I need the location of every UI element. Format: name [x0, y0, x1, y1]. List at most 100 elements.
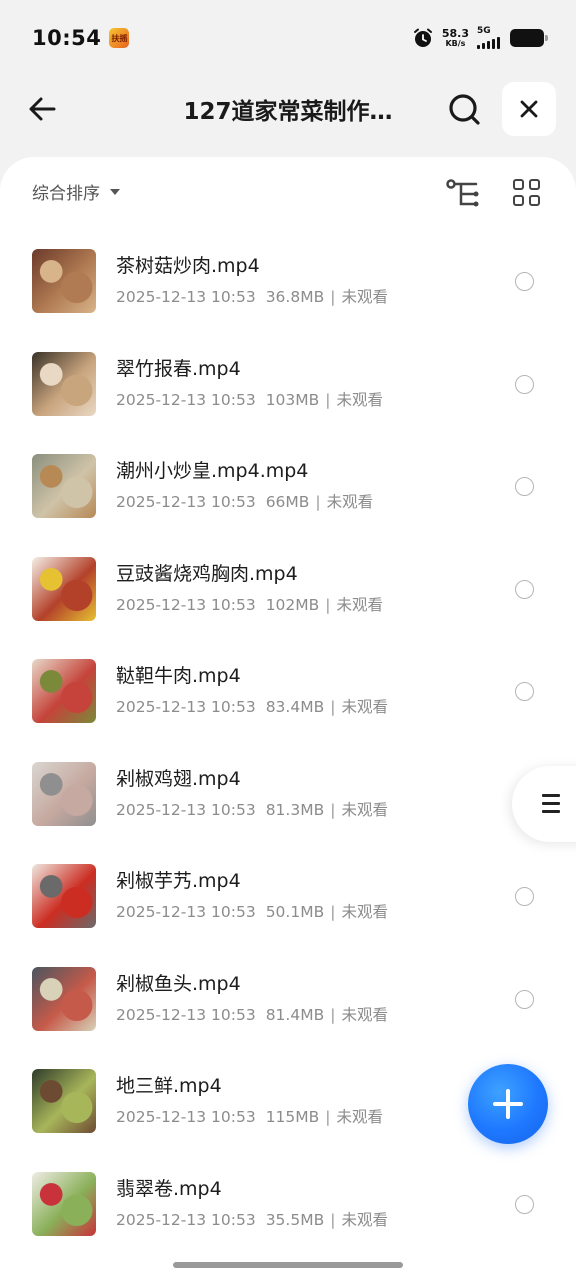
- file-size: 115MB: [265, 1108, 320, 1126]
- file-row[interactable]: 翡翠卷.mp4 2025-12-13 10:53 35.5MB | 未观看: [0, 1152, 576, 1254]
- meta-separator: |: [330, 1210, 336, 1229]
- video-thumbnail: [32, 864, 96, 928]
- meta-separator: |: [330, 698, 336, 716]
- network-speed: 58.3 KB/s: [442, 28, 469, 48]
- page-title: 127道家常菜制作…: [183, 99, 393, 125]
- meta-separator: |: [325, 390, 331, 409]
- meta-separator: |: [315, 493, 321, 511]
- meta-separator: |: [330, 288, 336, 306]
- network-type: 5G: [477, 26, 491, 36]
- file-size: 50.1MB: [265, 903, 325, 921]
- watch-status: 未观看: [341, 1005, 388, 1024]
- meta-separator: |: [330, 1005, 336, 1024]
- select-radio[interactable]: [515, 887, 534, 906]
- arrow-left-icon: [29, 97, 56, 121]
- network-speed-value: 58.3: [441, 27, 469, 40]
- watch-status: 未观看: [336, 390, 384, 409]
- video-thumbnail: [32, 249, 96, 313]
- file-date: 2025-12-13 10:53: [116, 493, 256, 511]
- file-name: 翡翠卷.mp4: [116, 1177, 222, 1200]
- file-row[interactable]: 豆豉酱烧鸡胸肉.mp4 2025-12-13 10:53 102MB | 未观看: [0, 537, 576, 639]
- file-date: 2025-12-13 10:53: [116, 1108, 256, 1126]
- signal-bars-icon: [477, 37, 500, 49]
- select-radio[interactable]: [515, 682, 534, 701]
- watch-status: 未观看: [341, 698, 388, 716]
- tree-view-button[interactable]: [446, 179, 480, 209]
- file-name: 剁椒鱼头.mp4: [116, 972, 241, 995]
- file-size: 36.8MB: [265, 288, 325, 306]
- file-row[interactable]: 剁椒鱼头.mp4 2025-12-13 10:53 81.4MB | 未观看: [0, 947, 576, 1049]
- file-size: 35.5MB: [265, 1210, 325, 1229]
- file-meta: 2025-12-13 10:53 35.5MB | 未观看: [116, 1208, 388, 1230]
- list-toolbar: 综合排序: [0, 157, 576, 229]
- select-radio[interactable]: [515, 374, 534, 394]
- file-size: 81.3MB: [265, 800, 325, 819]
- grid-view-icon: [529, 179, 540, 190]
- file-size: 103MB: [265, 390, 320, 409]
- file-name: 翠竹报春.mp4: [116, 357, 241, 380]
- video-thumbnail: [32, 761, 96, 826]
- file-row[interactable]: 剁椒芋艿.mp4 2025-12-13 10:53 50.1MB | 未观看: [0, 844, 576, 946]
- select-radio[interactable]: [515, 579, 534, 599]
- close-button[interactable]: [502, 82, 556, 136]
- file-row[interactable]: 鞑靼牛肉.mp4 2025-12-13 10:53 83.4MB | 未观看: [0, 639, 576, 741]
- video-thumbnail: [32, 1171, 96, 1236]
- app-badge-icon: 扶摇: [109, 28, 130, 48]
- file-name: 豆豉酱烧鸡胸肉.mp4: [116, 562, 298, 585]
- file-date: 2025-12-13 10:53: [116, 698, 256, 716]
- file-meta: 2025-12-13 10:53 83.4MB | 未观看: [116, 695, 388, 717]
- header: 127道家常菜制作…: [0, 76, 576, 142]
- file-row[interactable]: 潮州小炒皇.mp4.mp4 2025-12-13 10:53 66MB | 未观看: [0, 434, 576, 536]
- watch-status: 未观看: [341, 288, 388, 306]
- file-row[interactable]: 翠竹报春.mp4 2025-12-13 10:53 103MB | 未观看: [0, 332, 576, 434]
- back-button[interactable]: [24, 90, 62, 128]
- search-button[interactable]: [444, 89, 484, 129]
- file-meta: 2025-12-13 10:53 103MB | 未观看: [116, 388, 383, 410]
- file-meta: 2025-12-13 10:53 115MB | 未观看: [116, 1105, 383, 1127]
- meta-separator: |: [325, 595, 331, 614]
- select-radio[interactable]: [515, 1194, 534, 1214]
- file-meta: 2025-12-13 10:53 81.3MB | 未观看: [116, 798, 388, 820]
- file-row[interactable]: 茶树菇炒肉.mp4 2025-12-13 10:53 36.8MB | 未观看: [0, 229, 576, 331]
- file-date: 2025-12-13 10:53: [116, 595, 256, 614]
- battery-icon: [510, 29, 548, 47]
- meta-separator: |: [330, 903, 336, 921]
- file-date: 2025-12-13 10:53: [116, 1210, 256, 1229]
- file-name: 鞑靼牛肉.mp4: [116, 665, 241, 687]
- caret-down-icon: [110, 188, 120, 195]
- watch-status: 未观看: [336, 595, 384, 614]
- watch-status: 未观看: [341, 903, 388, 921]
- tree-view-icon: [446, 179, 479, 207]
- select-radio[interactable]: [515, 272, 534, 291]
- file-name: 剁椒芋艿.mp4: [116, 870, 241, 892]
- file-meta: 2025-12-13 10:53 81.4MB | 未观看: [116, 1003, 388, 1025]
- select-radio[interactable]: [515, 989, 534, 1009]
- file-size: 83.4MB: [265, 698, 325, 716]
- add-button[interactable]: [468, 1064, 548, 1144]
- video-thumbnail: [32, 1069, 96, 1133]
- file-date: 2025-12-13 10:53: [116, 903, 256, 921]
- grid-view-button[interactable]: [513, 179, 543, 209]
- watch-status: 未观看: [341, 800, 388, 819]
- file-meta: 2025-12-13 10:53 66MB | 未观看: [116, 490, 373, 512]
- video-thumbnail: [32, 659, 96, 723]
- file-name: 地三鲜.mp4: [116, 1075, 222, 1097]
- home-indicator[interactable]: [173, 1262, 403, 1268]
- file-meta: 2025-12-13 10:53 36.8MB | 未观看: [116, 285, 388, 307]
- meta-separator: |: [325, 1108, 331, 1126]
- file-meta: 2025-12-13 10:53 50.1MB | 未观看: [116, 900, 388, 922]
- video-thumbnail: [32, 966, 96, 1031]
- file-row[interactable]: 剁椒鸡翅.mp4 2025-12-13 10:53 81.3MB | 未观看: [0, 742, 576, 844]
- file-date: 2025-12-13 10:53: [116, 1005, 256, 1024]
- watch-status: 未观看: [336, 1108, 384, 1126]
- status-indicators: 58.3 KB/s 5G: [412, 26, 548, 49]
- sort-dropdown[interactable]: 综合排序: [32, 179, 120, 204]
- grid-view-icon: [513, 195, 524, 206]
- select-radio[interactable]: [515, 477, 534, 496]
- status-time: 10:54: [32, 26, 102, 50]
- file-meta: 2025-12-13 10:53 102MB | 未观看: [116, 593, 383, 615]
- file-date: 2025-12-13 10:53: [116, 800, 256, 819]
- grid-view-icon: [513, 179, 524, 190]
- file-date: 2025-12-13 10:53: [116, 288, 256, 306]
- watch-status: 未观看: [341, 1210, 388, 1229]
